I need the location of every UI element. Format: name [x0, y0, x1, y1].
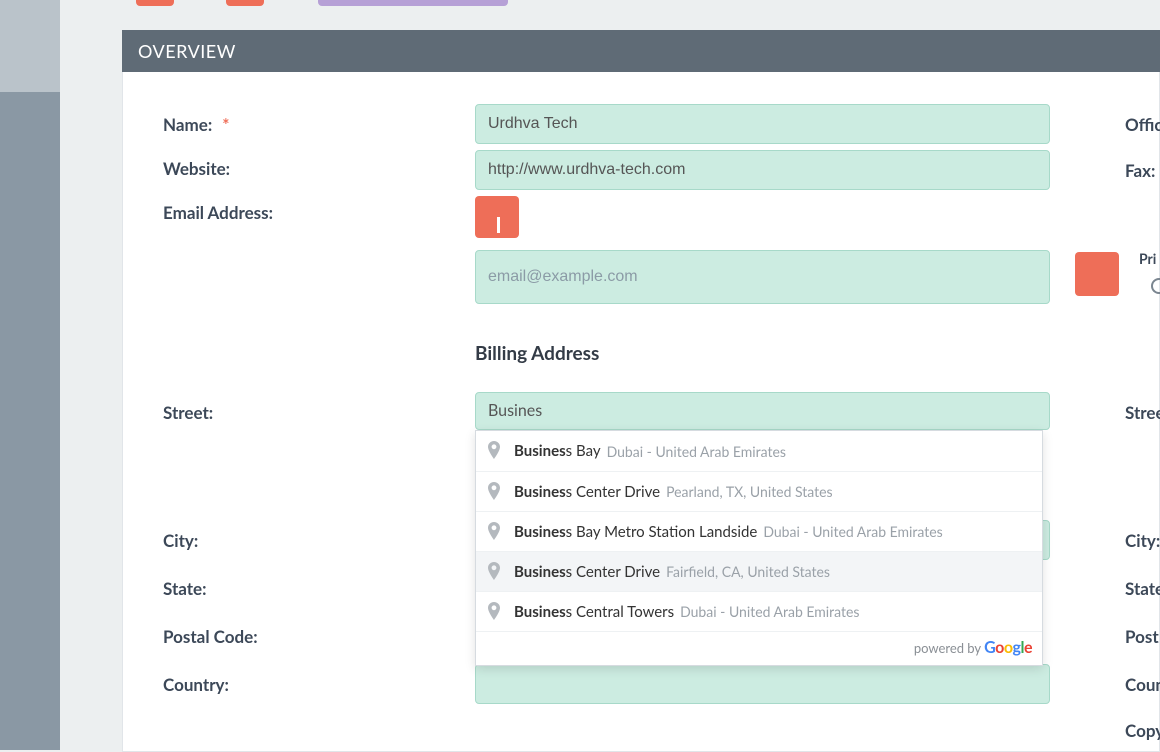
map-pin-icon — [488, 482, 502, 502]
label-fax: Fax: — [1125, 160, 1155, 181]
autocomplete-footer: powered by Google — [476, 631, 1042, 665]
left-sidebar — [0, 0, 60, 750]
autocomplete-main: Business Center Drive — [514, 483, 660, 501]
label-shipping-city: City: — [1125, 530, 1160, 551]
remove-email-button[interactable] — [1075, 252, 1119, 296]
map-pin-icon — [488, 602, 502, 622]
label-copy-address: Copy — [1125, 720, 1160, 741]
email-input[interactable] — [475, 250, 1050, 304]
autocomplete-main: Business Bay — [514, 442, 601, 460]
label-primary: Pri — [1139, 250, 1156, 267]
label-state: State: — [163, 578, 207, 599]
label-postal: Postal Code: — [163, 626, 258, 647]
map-pin-icon — [488, 441, 502, 461]
label-city: City: — [163, 530, 198, 551]
left-sidebar-active — [0, 0, 60, 92]
label-shipping-country: Coun — [1125, 674, 1160, 695]
top-button-fragment-2[interactable] — [226, 0, 264, 6]
autocomplete-secondary: Pearland, TX, United States — [666, 483, 833, 500]
required-indicator: * — [222, 114, 229, 135]
autocomplete-dropdown: Business Bay Dubai - United Arab Emirates… — [475, 430, 1043, 666]
top-button-fragment-3[interactable] — [318, 0, 508, 6]
overview-panel: Name:* Website: Email Address: Street: C… — [122, 72, 1160, 752]
google-logo: Google — [984, 638, 1032, 657]
autocomplete-main: Business Bay Metro Station Landside — [514, 523, 757, 541]
label-name: Name:* — [163, 114, 229, 135]
label-email: Email Address: — [163, 202, 273, 223]
billing-address-heading: Billing Address — [475, 342, 599, 365]
label-country: Country: — [163, 674, 229, 695]
label-shipping-street: Stree — [1125, 402, 1160, 423]
autocomplete-item[interactable]: Business Central Towers Dubai - United Ar… — [476, 591, 1042, 631]
label-shipping-state: State — [1125, 578, 1160, 599]
autocomplete-secondary: Fairfield, CA, United States — [666, 563, 830, 580]
country-input[interactable] — [475, 664, 1050, 704]
autocomplete-item[interactable]: Business Bay Metro Station Landside Dubai… — [476, 511, 1042, 551]
autocomplete-secondary: Dubai - United Arab Emirates — [680, 603, 859, 620]
panel-title: OVERVIEW — [138, 40, 236, 62]
map-pin-icon — [488, 562, 502, 582]
name-input[interactable] — [475, 104, 1050, 144]
website-input[interactable] — [475, 150, 1050, 190]
autocomplete-item[interactable]: Business Bay Dubai - United Arab Emirates — [476, 431, 1042, 471]
autocomplete-item[interactable]: Business Center Drive Pearland, TX, Unite… — [476, 471, 1042, 511]
panel-header: OVERVIEW — [122, 30, 1160, 72]
street-input[interactable] — [475, 392, 1050, 430]
label-street: Street: — [163, 402, 213, 423]
map-pin-icon — [488, 522, 502, 542]
label-website: Website: — [163, 158, 230, 179]
add-email-button[interactable] — [475, 196, 519, 238]
autocomplete-main: Business Central Towers — [514, 603, 674, 621]
autocomplete-secondary: Dubai - United Arab Emirates — [607, 443, 786, 460]
powered-by-label: powered by — [914, 640, 984, 656]
top-button-fragment-1[interactable] — [136, 0, 174, 6]
label-office-phone: Offic — [1125, 114, 1160, 135]
autocomplete-secondary: Dubai - United Arab Emirates — [763, 523, 942, 540]
autocomplete-main: Business Center Drive — [514, 563, 660, 581]
primary-radio-fragment[interactable] — [1151, 278, 1160, 294]
label-shipping-postal: Post — [1125, 626, 1159, 647]
autocomplete-item[interactable]: Business Center Drive Fairfield, CA, Unit… — [476, 551, 1042, 591]
